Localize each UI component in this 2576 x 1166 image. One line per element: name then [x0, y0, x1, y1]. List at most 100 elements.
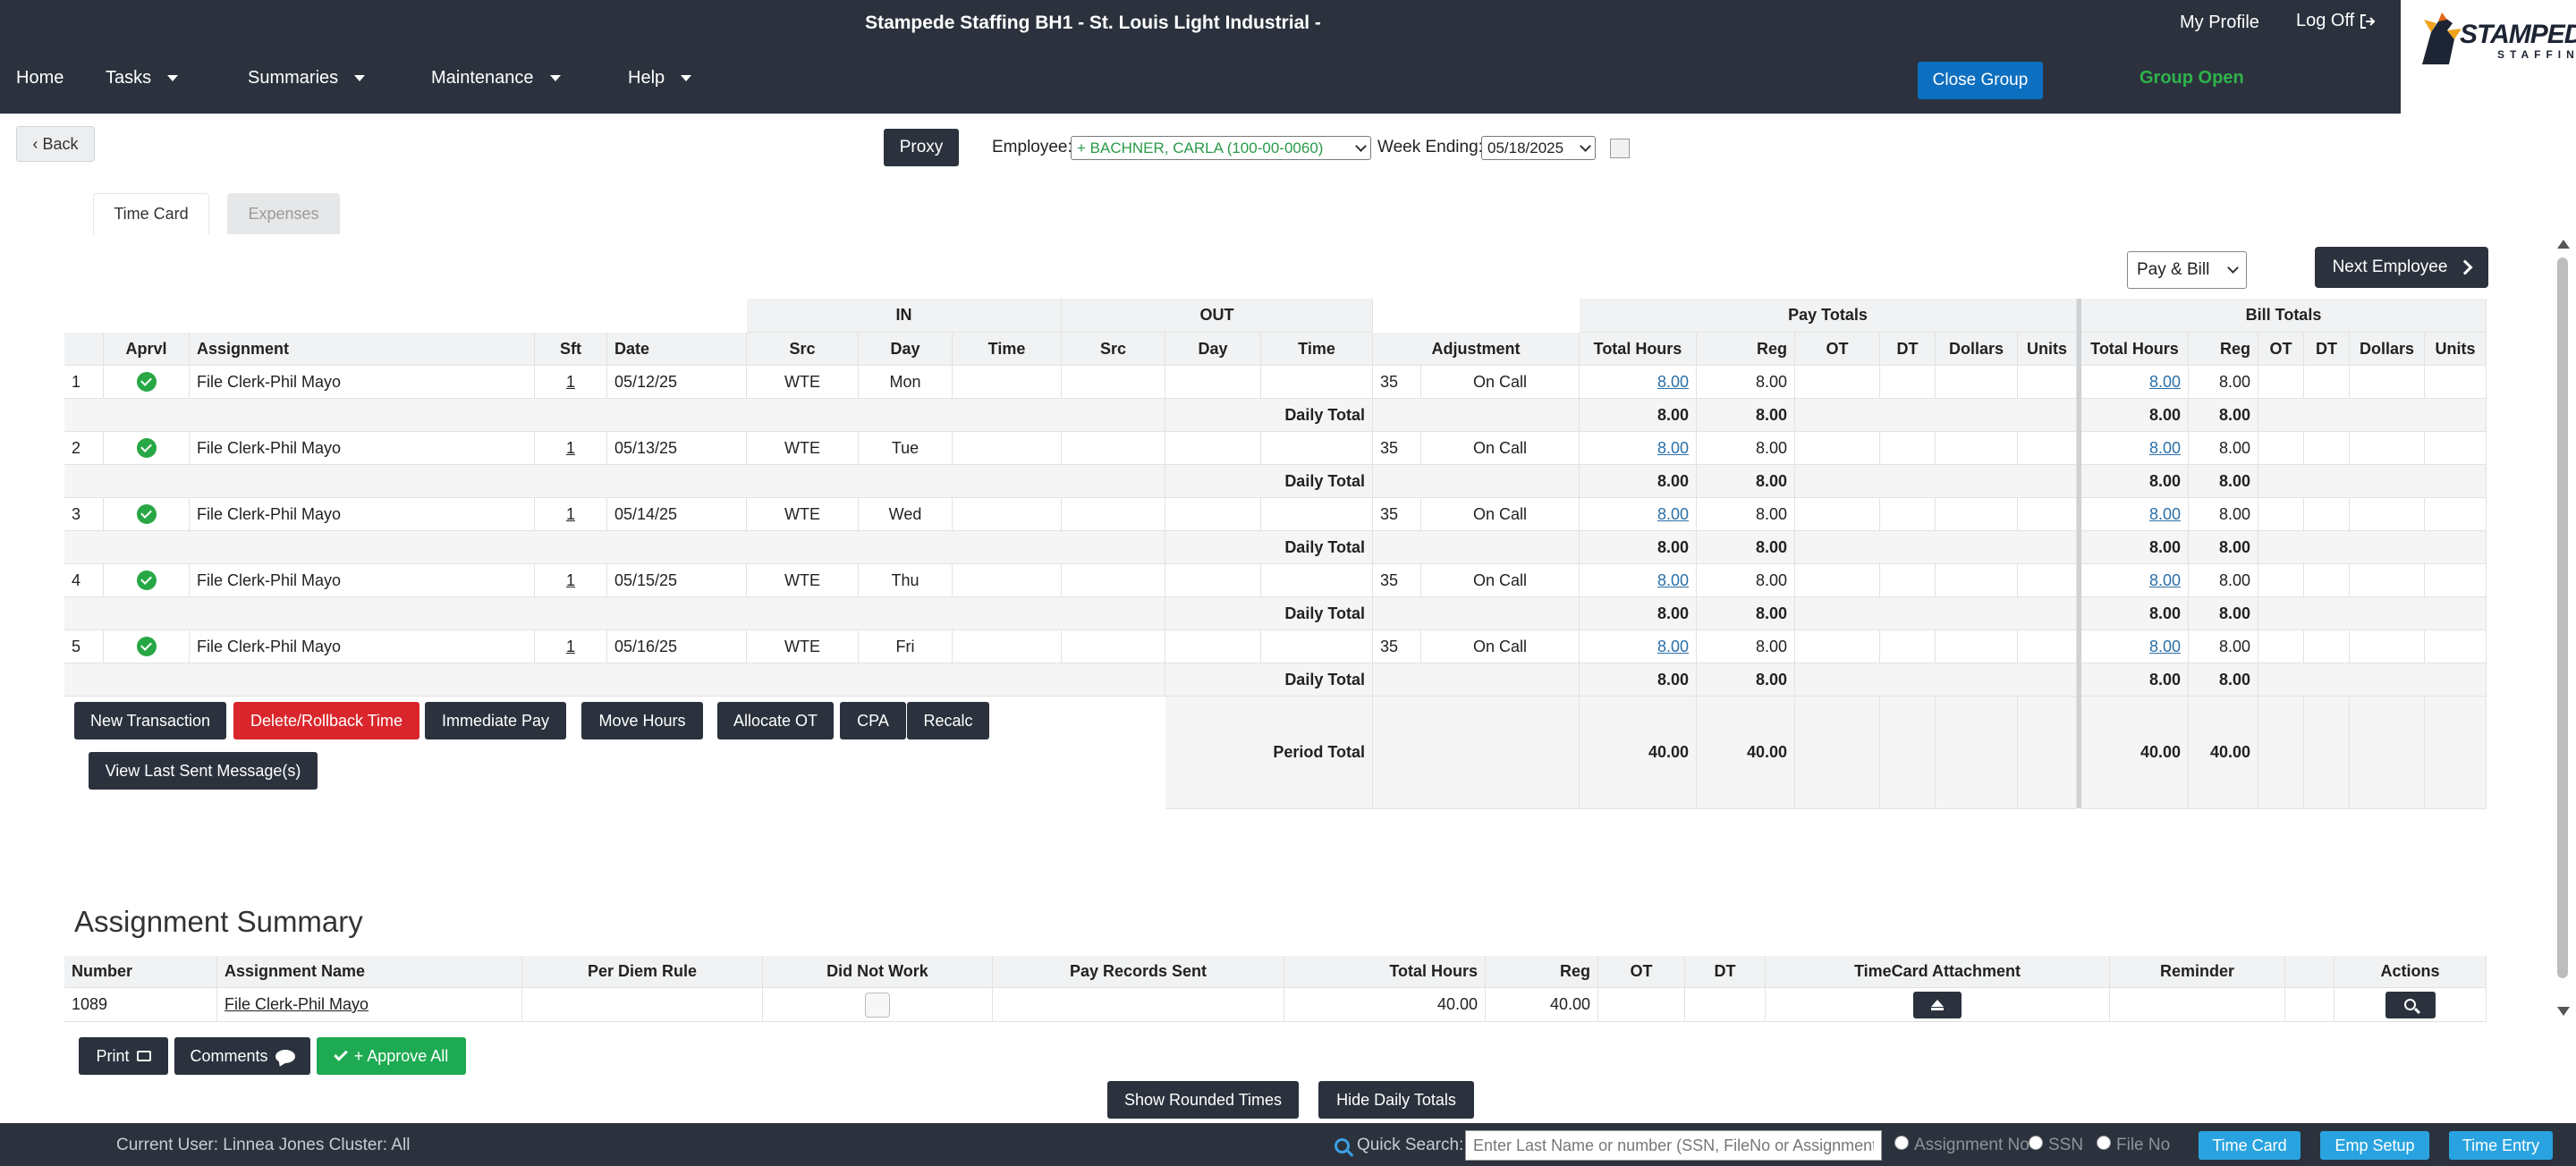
summary-col-header: Number	[64, 956, 217, 988]
approved-check-icon[interactable]	[136, 504, 157, 524]
new-transaction-button[interactable]: New Transaction	[74, 702, 226, 739]
bill-dollars-cell	[2350, 498, 2425, 531]
view-last-sent-button[interactable]: View Last Sent Message(s)	[89, 752, 318, 790]
in-time-cell[interactable]	[953, 432, 1062, 465]
did-not-work-checkbox[interactable]	[865, 992, 890, 1018]
radio-ssn-label: SSN	[2048, 1136, 2084, 1154]
adjustment-type-cell: On Call	[1421, 564, 1580, 597]
back-button[interactable]: ‹ Back	[16, 126, 95, 162]
scroll-thumb[interactable]	[2557, 258, 2568, 978]
recalc-button[interactable]: Recalc	[907, 702, 989, 739]
pay-total-hours-link[interactable]: 8.00	[1657, 638, 1689, 656]
pay-dollars-cell	[1936, 366, 2018, 399]
immediate-pay-button[interactable]: Immediate Pay	[425, 702, 566, 739]
daily-total-spacer	[64, 663, 1165, 697]
approved-check-icon[interactable]	[136, 570, 157, 590]
footer-time-entry-button[interactable]: Time Entry	[2449, 1131, 2553, 1160]
pay-bill-select[interactable]: Pay & Bill	[2127, 251, 2247, 289]
out-time-cell[interactable]	[1261, 498, 1373, 531]
shift-link[interactable]: 1	[566, 638, 575, 656]
bill-total-hours-link[interactable]: 8.00	[2149, 638, 2181, 656]
comments-button[interactable]: Comments	[174, 1037, 310, 1075]
radio-circle-icon	[1894, 1136, 1909, 1150]
move-hours-button[interactable]: Move Hours	[581, 702, 703, 739]
pay-reg-cell: 8.00	[1697, 564, 1795, 597]
radio-ssn[interactable]: SSN	[2029, 1136, 2083, 1155]
daily-total-label: Daily Total	[1165, 399, 1373, 432]
summary-col-header: Total Hours	[1284, 956, 1486, 988]
week-ending-select[interactable]: 05/18/2025	[1481, 136, 1596, 160]
nav-home[interactable]: Home	[16, 68, 64, 89]
shift-cell: 1	[535, 432, 607, 465]
log-off-link[interactable]: Log Off	[2296, 11, 2376, 31]
daily-total-adjustment	[1373, 663, 1580, 697]
footer-time-card-button[interactable]: Time Card	[2199, 1131, 2301, 1160]
show-rounded-times-button[interactable]: Show Rounded Times	[1107, 1081, 1299, 1119]
daily-pay-reg: 8.00	[1697, 531, 1795, 564]
pay-total-hours-link[interactable]: 8.00	[1657, 571, 1689, 590]
in-time-cell[interactable]	[953, 366, 1062, 399]
employee-select[interactable]: + BACHNER, CARLA (100-00-0060)	[1071, 136, 1371, 160]
tab-time-card[interactable]: Time Card	[93, 193, 209, 234]
tab-expenses[interactable]: Expenses	[227, 193, 340, 234]
footer-emp-setup-button[interactable]: Emp Setup	[2320, 1131, 2429, 1160]
shift-link[interactable]: 1	[566, 439, 575, 458]
print-button[interactable]: Print	[79, 1037, 168, 1075]
adjustment-type-cell: On Call	[1421, 366, 1580, 399]
out-time-cell[interactable]	[1261, 432, 1373, 465]
nav-summaries[interactable]: Summaries	[248, 68, 366, 89]
nav-tasks[interactable]: Tasks	[106, 68, 179, 89]
scrollbar[interactable]	[2555, 240, 2571, 1016]
delete-rollback-button[interactable]: Delete/Rollback Time	[233, 702, 419, 739]
radio-assignment-no[interactable]: Assignment No	[1894, 1136, 2029, 1155]
pay-dt-cell	[1880, 564, 1936, 597]
upload-icon[interactable]	[1913, 991, 1962, 1018]
approved-check-icon[interactable]	[136, 438, 157, 458]
pay-ot-cell	[1795, 432, 1880, 465]
bill-total-hours-link[interactable]: 8.00	[2149, 439, 2181, 458]
allocate-ot-button[interactable]: Allocate OT	[717, 702, 834, 739]
out-time-cell[interactable]	[1261, 630, 1373, 663]
hide-daily-totals-button[interactable]: Hide Daily Totals	[1318, 1081, 1474, 1119]
summary-actions-cell	[2334, 988, 2487, 1022]
pay-dollars-cell	[1936, 498, 2018, 531]
quick-search-input[interactable]	[1465, 1130, 1882, 1161]
assignment-summary-title: Assignment Summary	[74, 905, 363, 938]
in-time-cell[interactable]	[953, 498, 1062, 531]
summary-col-header: OT	[1598, 956, 1685, 988]
pay-total-hours-link[interactable]: 8.00	[1657, 439, 1689, 458]
nav-maintenance[interactable]: Maintenance	[431, 68, 561, 89]
in-time-cell[interactable]	[953, 630, 1062, 663]
scroll-up-arrow-icon[interactable]	[2557, 240, 2570, 249]
scroll-down-arrow-icon[interactable]	[2557, 1007, 2570, 1016]
approved-check-icon[interactable]	[136, 637, 157, 656]
shift-link[interactable]: 1	[566, 373, 575, 392]
proxy-button[interactable]: Proxy	[884, 129, 959, 166]
shift-link[interactable]: 1	[566, 571, 575, 590]
out-time-cell[interactable]	[1261, 366, 1373, 399]
cpa-button[interactable]: CPA	[840, 702, 906, 739]
in-time-cell[interactable]	[953, 564, 1062, 597]
pay-total-hours-cell: 8.00	[1580, 564, 1697, 597]
period-bill-reg: 40.00	[2189, 697, 2258, 809]
approve-all-button[interactable]: + Approve All	[317, 1037, 466, 1075]
close-group-button[interactable]: Close Group	[1918, 62, 2043, 99]
approved-check-icon[interactable]	[136, 372, 157, 392]
shift-link[interactable]: 1	[566, 505, 575, 524]
nav-help[interactable]: Help	[628, 68, 692, 89]
view-details-button[interactable]	[2385, 991, 2436, 1018]
radio-file-no[interactable]: File No	[2097, 1136, 2170, 1155]
bill-total-hours-link[interactable]: 8.00	[2149, 505, 2181, 524]
pay-total-hours-link[interactable]: 8.00	[1657, 373, 1689, 392]
bill-total-hours-link[interactable]: 8.00	[2149, 373, 2181, 392]
pay-total-hours-link[interactable]: 8.00	[1657, 505, 1689, 524]
bill-total-hours-link[interactable]: 8.00	[2149, 571, 2181, 590]
out-time-cell[interactable]	[1261, 564, 1373, 597]
next-employee-button[interactable]: Next Employee	[2315, 247, 2488, 288]
assignment-name-link[interactable]: File Clerk-Phil Mayo	[225, 995, 369, 1014]
daily-bill-rest	[2258, 399, 2487, 432]
summary-total-hours-cell: 40.00	[1284, 988, 1486, 1022]
comments-label: Comments	[190, 1046, 268, 1065]
col-header: Time	[1261, 333, 1373, 366]
my-profile-link[interactable]: My Profile	[2180, 13, 2259, 33]
